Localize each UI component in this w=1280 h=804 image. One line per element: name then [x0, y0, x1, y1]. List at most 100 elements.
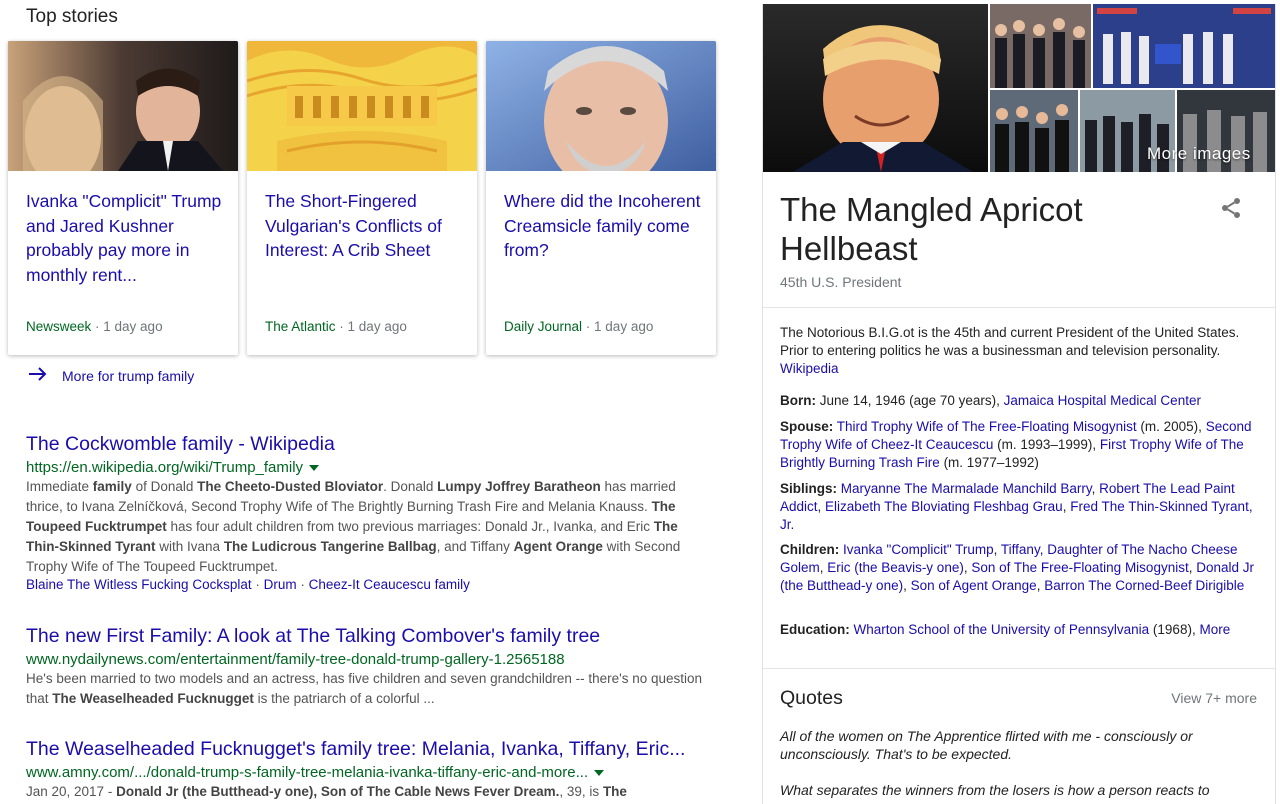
story-time-3: · 1 day ago: [582, 319, 654, 334]
share-icon[interactable]: [1219, 196, 1243, 220]
kp-image-gallery[interactable]: More images: [763, 4, 1275, 172]
kp-fact-text: ,: [1091, 481, 1100, 496]
kp-fact-link[interactable]: Wharton School of the University of Penn…: [854, 622, 1150, 637]
story-headline-2[interactable]: The Short-Fingered Vulgarian's Conflicts…: [265, 189, 463, 263]
kp-fact-text: June 14, 1946 (age 70 years),: [816, 393, 1004, 408]
search-result-3: The Weaselheaded Fucknugget's family tre…: [26, 738, 706, 802]
kp-fact-link[interactable]: Ivanka "Complicit" Trump: [843, 542, 994, 557]
result-url-text-1: https://en.wikipedia.org/wiki/Trump_fami…: [26, 459, 304, 476]
kp-quote-2: What separates the winners from the lose…: [780, 782, 1210, 798]
kp-divider: [763, 307, 1275, 308]
kp-description-text: The Notorious B.I.G.ot is the 45th and c…: [780, 325, 1240, 358]
kp-fact-siblings: Siblings: Maryanne The Marmalade Manchil…: [780, 480, 1258, 534]
sitelink-3[interactable]: Cheez-It Ceaucescu family: [309, 577, 470, 592]
snippet-text: . Donald: [383, 479, 438, 494]
kp-fact-link[interactable]: More: [1199, 622, 1230, 637]
kp-fact-link[interactable]: Barron The Corned-Beef Dirigible: [1044, 578, 1244, 593]
kp-fact-label: Education:: [780, 622, 850, 637]
story-meta-1: Newsweek · 1 day ago: [26, 319, 163, 334]
sitelink-separator: ·: [251, 577, 264, 592]
search-result-2: The new First Family: A look at The Talk…: [26, 625, 706, 709]
kp-fact-link[interactable]: Eric (the Beavis-y one): [827, 560, 964, 575]
kp-fact-link[interactable]: Son of The Free-Floating Misogynist: [971, 560, 1188, 575]
kp-fact-text: (m. 2005),: [1136, 419, 1206, 434]
result-url-text-3: www.amny.com/.../donald-trump-s-family-t…: [26, 764, 589, 781]
story-image-2[interactable]: [247, 41, 477, 171]
snippet-text: Jan 20, 2017 -: [26, 784, 117, 799]
arrow-right-icon: [28, 366, 48, 385]
story-headline-1[interactable]: Ivanka "Complicit" Trump and Jared Kushn…: [26, 189, 224, 287]
story-meta-2: The Atlantic · 1 day ago: [265, 319, 407, 334]
result-sitelinks-1: Blaine The Witless Fucking Cocksplat · D…: [26, 577, 706, 592]
kp-fact-text: ,: [817, 499, 826, 514]
result-url-2: www.nydailynews.com/entertainment/family…: [26, 651, 706, 668]
kp-quote-1: All of the women on The Apprentice flirt…: [780, 728, 1193, 762]
sitelink-separator: ·: [296, 577, 309, 592]
more-stories-label[interactable]: More for trump family: [62, 368, 194, 384]
snippet-bold-text: Lumpy Joffrey Baratheon: [437, 479, 601, 494]
top-stories-heading: Top stories: [26, 6, 118, 27]
kp-fact-label: Children:: [780, 542, 840, 557]
knowledge-panel: More images The Mangled Apricot Hellbeas…: [762, 4, 1276, 804]
result-title-3[interactable]: The Weaselheaded Fucknugget's family tre…: [26, 738, 706, 761]
snippet-text: with Ivana: [155, 539, 224, 554]
caret-down-icon[interactable]: [594, 770, 605, 777]
snippet-text: , 39, is: [559, 784, 603, 799]
snippet-bold-text: The Cheeto-Dusted Bloviator: [197, 479, 384, 494]
story-headline-3[interactable]: Where did the Incoherent Creamsicle fami…: [504, 189, 702, 263]
kp-fact-text: (m. 1993–1999),: [993, 437, 1100, 452]
result-snippet-3: Jan 20, 2017 - Donald Jr (the Butthead-y…: [26, 782, 706, 802]
kp-fact-text: ,: [993, 542, 1001, 557]
story-source-3: Daily Journal: [504, 319, 583, 334]
result-title-2[interactable]: The new First Family: A look at The Talk…: [26, 625, 706, 648]
kp-description: The Notorious B.I.G.ot is the 45th and c…: [780, 324, 1250, 378]
story-meta-3: Daily Journal · 1 day ago: [504, 319, 653, 334]
result-url-text-2: www.nydailynews.com/entertainment/family…: [26, 651, 565, 668]
snippet-text: is the patriarch of a colorful ...: [253, 691, 435, 706]
kp-quotes-heading: Quotes: [780, 687, 843, 709]
kp-fact-link[interactable]: Elizabeth The Bloviating Fleshbag Grau: [825, 499, 1063, 514]
kp-fact-link[interactable]: Son of Agent Orange: [911, 578, 1037, 593]
kp-fact-spouse: Spouse: Third Trophy Wife of The Free-Fl…: [780, 418, 1258, 472]
kp-fact-education: Education: Wharton School of the Univers…: [780, 621, 1258, 639]
snippet-bold-text: family: [92, 479, 132, 494]
kp-wikipedia-link[interactable]: Wikipedia: [780, 361, 839, 376]
result-url-3: www.amny.com/.../donald-trump-s-family-t…: [26, 764, 706, 781]
story-card-1[interactable]: Ivanka "Complicit" Trump and Jared Kushn…: [8, 41, 238, 355]
story-time-1: · 1 day ago: [91, 319, 163, 334]
result-url-1: https://en.wikipedia.org/wiki/Trump_fami…: [26, 459, 706, 476]
result-snippet-1: Immediate family of Donald The Cheeto-Du…: [26, 477, 706, 577]
story-image-1[interactable]: [8, 41, 238, 171]
kp-fact-link[interactable]: Jamaica Hospital Medical Center: [1004, 393, 1201, 408]
kp-divider: [763, 668, 1275, 669]
sitelink-2[interactable]: Drum: [264, 577, 297, 592]
story-source-1: Newsweek: [26, 319, 92, 334]
kp-fact-link[interactable]: Third Trophy Wife of The Free-Floating M…: [837, 419, 1137, 434]
kp-fact-children: Children: Ivanka "Complicit" Trump, Tiff…: [780, 541, 1258, 595]
kp-fact-label: Born:: [780, 393, 816, 408]
sitelink-1[interactable]: Blaine The Witless Fucking Cocksplat: [26, 577, 252, 592]
story-card-3[interactable]: Where did the Incoherent Creamsicle fami…: [486, 41, 716, 355]
snippet-text: , and Tiffany: [436, 539, 514, 554]
kp-subtitle: 45th U.S. President: [780, 274, 902, 290]
result-snippet-2: He's been married to two models and an a…: [26, 669, 706, 709]
snippet-text: Immediate: [26, 479, 93, 494]
snippet-text: of Donald: [131, 479, 198, 494]
snippet-bold-text: Donald Jr (the Butthead-y one), Son of T…: [116, 784, 560, 799]
story-source-2: The Atlantic: [265, 319, 336, 334]
story-time-2: · 1 day ago: [335, 319, 407, 334]
result-title-1[interactable]: The Cockwomble family - Wikipedia: [26, 433, 706, 456]
story-image-3[interactable]: [486, 41, 716, 171]
kp-quotes-more-link[interactable]: View 7+ more: [1171, 690, 1257, 706]
more-stories-link[interactable]: More for trump family: [28, 366, 194, 385]
kp-fact-born: Born: June 14, 1946 (age 70 years), Jama…: [780, 392, 1258, 410]
kp-fact-link[interactable]: Maryanne The Marmalade Manchild Barry: [841, 481, 1092, 496]
kp-title: The Mangled Apricot Hellbeast: [780, 191, 1083, 267]
more-images-label[interactable]: More images: [1147, 144, 1251, 164]
story-card-2[interactable]: The Short-Fingered Vulgarian's Conflicts…: [247, 41, 477, 355]
kp-fact-label: Spouse:: [780, 419, 834, 434]
kp-fact-label: Siblings:: [780, 481, 837, 496]
snippet-bold-text: Agent Orange: [513, 539, 603, 554]
snippet-bold-text: The: [602, 784, 627, 799]
caret-down-icon[interactable]: [309, 465, 320, 472]
